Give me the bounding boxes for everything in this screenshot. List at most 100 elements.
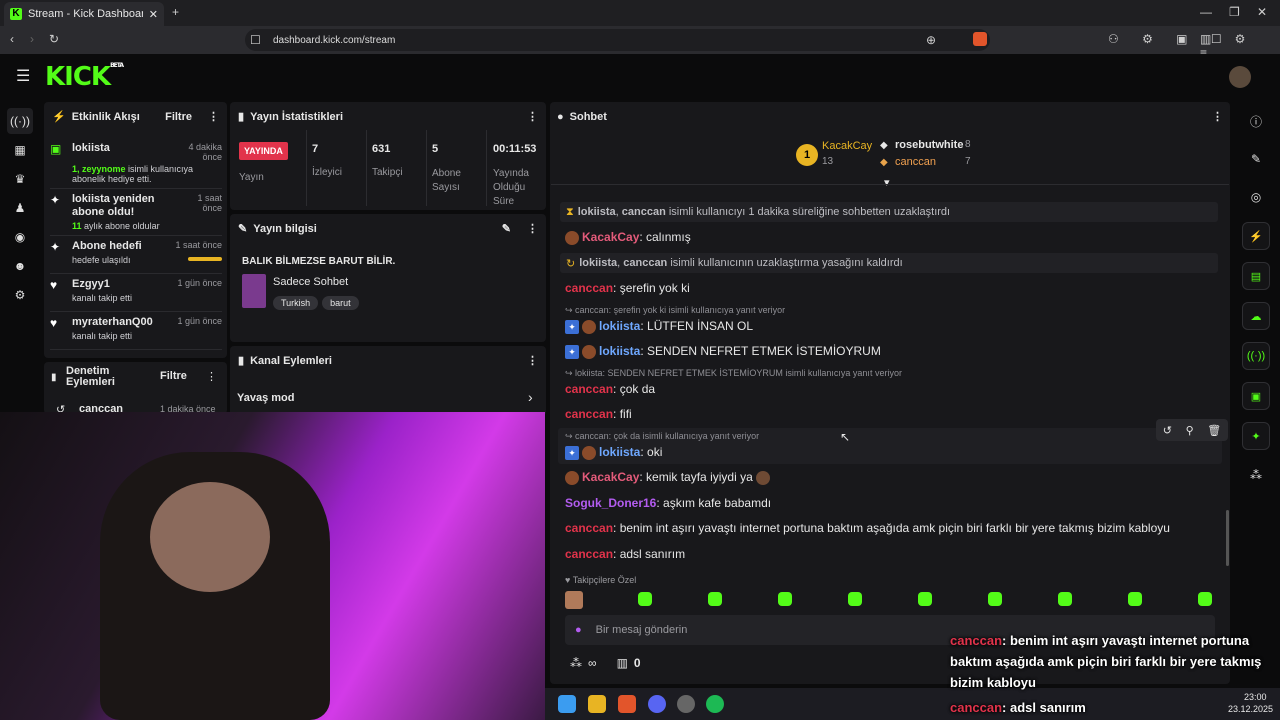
- emote-icon[interactable]: [848, 592, 862, 606]
- leader-name[interactable]: canccan: [895, 156, 936, 168]
- delete-icon[interactable]: 🗑: [1207, 424, 1221, 437]
- url-input[interactable]: dashboard.kick.com/stream: [245, 29, 990, 51]
- chat-username[interactable]: KacakCay: [582, 470, 639, 484]
- obs-icon[interactable]: [677, 695, 695, 713]
- activity-item[interactable]: ♥ myraterhanQ00 1 gün önce kanalı takip ett…: [50, 312, 222, 350]
- emote-icon[interactable]: [778, 592, 792, 606]
- emote-icon[interactable]: [1128, 592, 1142, 606]
- chat-username[interactable]: KacakCay: [582, 230, 639, 244]
- chevron-right-icon[interactable]: ›: [528, 389, 533, 405]
- chat-scrollbar[interactable]: [1226, 510, 1229, 566]
- notes-icon[interactable]: ▤: [1242, 262, 1270, 290]
- close-tab-icon[interactable]: ✕: [149, 8, 158, 21]
- trophy-nav-icon[interactable]: ♛: [7, 166, 33, 192]
- emote-icon[interactable]: [1198, 592, 1212, 606]
- layout-icon[interactable]: ▣: [1242, 382, 1270, 410]
- emote-icon[interactable]: [1058, 592, 1072, 606]
- reply-icon[interactable]: ↺: [1163, 424, 1172, 437]
- discord-icon[interactable]: [648, 695, 666, 713]
- camera-icon[interactable]: ◎: [1243, 184, 1269, 210]
- users-nav-icon[interactable]: ☻: [7, 253, 33, 279]
- edit-icon[interactable]: ✎: [502, 222, 511, 235]
- system-user[interactable]: canccan: [623, 257, 667, 269]
- chat-username[interactable]: lokiista: [599, 445, 640, 459]
- chat-icon[interactable]: ☁: [1242, 302, 1270, 330]
- brave-icon[interactable]: [618, 695, 636, 713]
- chat-username[interactable]: canccan: [565, 521, 613, 535]
- kebab-menu-icon[interactable]: ⋮: [527, 110, 538, 123]
- stream-title: BALIK BİLMEZSE BARUT BİLİR.: [242, 256, 396, 267]
- system-user[interactable]: lokiista: [578, 206, 616, 218]
- maximize-icon[interactable]: ❐: [1229, 5, 1240, 19]
- start-icon[interactable]: [558, 695, 576, 713]
- emote-icon[interactable]: [918, 592, 932, 606]
- broadcast-icon[interactable]: ((·)): [1242, 342, 1270, 370]
- analytics-nav-icon[interactable]: ▦: [7, 137, 33, 163]
- tag[interactable]: barut: [322, 296, 359, 310]
- brave-shield-icon[interactable]: [973, 32, 987, 46]
- chat-message[interactable]: ✦ lokiista: oki: [565, 445, 662, 460]
- kebab-menu-icon[interactable]: ⋮: [527, 222, 538, 235]
- window-close-icon[interactable]: ✕: [1257, 5, 1267, 19]
- kebab-menu-icon[interactable]: ⋮: [527, 354, 538, 367]
- tools-icon[interactable]: ✦: [1242, 422, 1270, 450]
- new-tab-icon[interactable]: +: [172, 5, 179, 19]
- emote-icon[interactable]: [988, 592, 1002, 606]
- mic-icon[interactable]: ●: [575, 624, 582, 636]
- chat-username[interactable]: canccan: [565, 407, 613, 421]
- kebab-menu-icon[interactable]: ⋮: [206, 370, 217, 383]
- chat-username[interactable]: canccan: [565, 547, 613, 561]
- store-icon[interactable]: ▥: [617, 656, 628, 670]
- zoom-icon[interactable]: ⊕: [926, 33, 936, 47]
- system-user[interactable]: lokiista: [579, 257, 617, 269]
- edit-icon[interactable]: ✎: [1243, 146, 1269, 172]
- moderation-nav-icon[interactable]: ◉: [7, 224, 33, 250]
- moderation-filter-button[interactable]: Filtre: [160, 370, 187, 382]
- kebab-menu-icon[interactable]: ⋮: [208, 110, 219, 123]
- leader-name[interactable]: rosebutwhite: [895, 139, 963, 151]
- chat-username[interactable]: Soguk_Doner16: [565, 496, 656, 510]
- info-icon[interactable]: ⓘ: [1243, 108, 1269, 134]
- back-icon[interactable]: ‹: [10, 32, 14, 46]
- minimize-icon[interactable]: —: [1200, 5, 1212, 19]
- browser-tab[interactable]: K Stream - Kick Dashboard ✕: [4, 2, 164, 26]
- forward-icon[interactable]: ›: [30, 32, 34, 46]
- activity-item[interactable]: ✦ lokiista yeniden abone oldu! 1 saat önce…: [50, 189, 222, 236]
- activity-detail: isimli kullanıcıya: [125, 164, 194, 174]
- stream-nav-icon[interactable]: ((·)): [7, 108, 33, 134]
- community-icon[interactable]: ⁂: [1243, 462, 1269, 488]
- kebab-menu-icon[interactable]: ⋮: [1212, 110, 1223, 123]
- quick-actions-icon[interactable]: ⚡: [1242, 222, 1270, 250]
- emote-thumbnail[interactable]: [565, 591, 583, 609]
- reload-icon[interactable]: ↻: [49, 32, 59, 46]
- activity-item[interactable]: ♥ Ezgyy1 1 gün önce kanalı takip etti: [50, 274, 222, 312]
- chat-username[interactable]: lokiista: [599, 344, 640, 358]
- community-nav-icon[interactable]: ♟: [7, 195, 33, 221]
- category-name[interactable]: Sadece Sohbet: [273, 276, 348, 288]
- system-user[interactable]: canccan: [622, 206, 666, 218]
- activity-filter-button[interactable]: Filtre: [165, 111, 192, 123]
- expand-leaderboard-icon[interactable]: ▾: [884, 176, 890, 189]
- community-icon[interactable]: ⁂: [570, 656, 582, 670]
- emote-icon[interactable]: [638, 592, 652, 606]
- chat-username[interactable]: canccan: [565, 382, 613, 396]
- chat-username[interactable]: lokiista: [599, 319, 640, 333]
- emote-icon[interactable]: [708, 592, 722, 606]
- slow-mode-item[interactable]: Yavaş mod: [237, 392, 294, 404]
- tags: Turkish barut: [273, 293, 363, 311]
- hamburger-menu-icon[interactable]: ☰: [16, 66, 30, 86]
- tag[interactable]: Turkish: [273, 296, 319, 310]
- activity-item[interactable]: ✦ Abone hedefi 1 saat önce hedefe ulaşıldı: [50, 236, 222, 274]
- pin-icon[interactable]: ⚲: [1186, 424, 1194, 437]
- settings-nav-icon[interactable]: ⚙: [7, 282, 33, 308]
- kick-logo[interactable]: KICKBETA: [45, 62, 124, 92]
- stats-title: Yayın İstatistikleri: [250, 110, 343, 123]
- bookmark-icon[interactable]: ☐: [250, 33, 261, 47]
- spotify-icon[interactable]: [706, 695, 724, 713]
- file-explorer-icon[interactable]: [588, 695, 606, 713]
- avatar[interactable]: [1229, 66, 1251, 88]
- leader-name[interactable]: KacakCay: [822, 140, 872, 152]
- activity-item[interactable]: ▣ lokiista 4 dakika önce 1, zeyynome isimli…: [50, 138, 222, 189]
- chat-text: kemik tayfa iyiydi ya: [646, 470, 753, 484]
- chat-username[interactable]: canccan: [565, 281, 613, 295]
